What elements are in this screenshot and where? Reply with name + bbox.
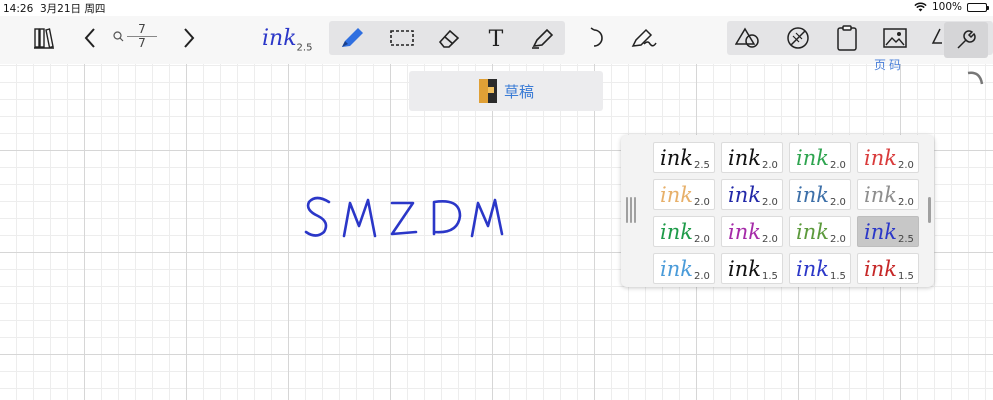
corner-handle-icon[interactable]: [965, 68, 985, 88]
page-current: 7: [138, 22, 146, 36]
status-bar: 14:26 3月21日 周四 100%: [0, 0, 993, 16]
partial-icon[interactable]: [930, 26, 942, 50]
pen-preset-sample: ink: [728, 220, 761, 244]
stroke-m2: [470, 198, 504, 238]
text-icon[interactable]: T: [485, 26, 507, 50]
pen-preset-width: 2.0: [830, 197, 846, 208]
pen-preset-sample: ink: [864, 183, 897, 207]
pen-preset[interactable]: ink 2.0: [721, 216, 783, 247]
handwriting-smzdm[interactable]: [302, 194, 507, 242]
pen-palette-popover: ink 2.5 ink 2.0 ink 2.0 ink 2.0 ink 2.0 ink 2.0 ink 2…: [621, 135, 934, 287]
pen-preset-width: 2.0: [694, 197, 710, 208]
undo-icon[interactable]: [588, 26, 608, 50]
search-icon: [113, 31, 124, 42]
page-total: 7: [138, 36, 146, 50]
pen-preset-width: 2.0: [830, 234, 846, 245]
pen-preset-width: 2.0: [762, 160, 778, 171]
palette-scrollbar[interactable]: [928, 197, 931, 223]
current-pen-sample: ink: [262, 26, 297, 51]
pen-settings-icon[interactable]: [630, 26, 658, 50]
status-date: 3月21日 周四: [39, 3, 106, 15]
pen-preset[interactable]: ink 2.0: [653, 253, 715, 284]
svg-text:T: T: [489, 27, 504, 50]
pen-preset-width: 2.0: [898, 160, 914, 171]
stroke-z: [390, 201, 418, 236]
stroke-d: [432, 200, 462, 236]
current-pen-width: 2.5: [296, 42, 313, 54]
pen-preset-sample: ink: [864, 257, 897, 281]
lasso-select-icon[interactable]: [389, 28, 415, 48]
pen-preset-sample: ink: [864, 146, 897, 170]
pen-preset-sample: ink: [660, 183, 693, 207]
pen-preset[interactable]: ink 2.0: [721, 142, 783, 173]
pen-preset-width: 2.0: [694, 271, 710, 282]
current-pen-preview[interactable]: ink2.5: [262, 26, 312, 53]
pen-preset-sample: ink: [796, 220, 829, 244]
pen-icon[interactable]: [339, 26, 365, 50]
status-right: 100%: [914, 1, 989, 13]
pen-preset-width: 2.0: [762, 197, 778, 208]
pen-preset-width: 2.0: [694, 234, 710, 245]
battery-percent: 100%: [931, 1, 962, 13]
pen-preset-sample: ink: [864, 220, 897, 244]
highlighter-icon[interactable]: [530, 26, 556, 50]
pen-preset[interactable]: ink 1.5: [789, 253, 851, 284]
pen-preset[interactable]: ink 2.5: [653, 142, 715, 173]
pen-preset[interactable]: ink 2.0: [857, 142, 919, 173]
pen-preset-sample: ink: [728, 146, 761, 170]
pen-preset[interactable]: ink 1.5: [721, 253, 783, 284]
pen-preset[interactable]: ink 2.5: [857, 216, 919, 247]
pen-preset-sample: ink: [728, 257, 761, 281]
pen-preset-sample: ink: [796, 257, 829, 281]
pen-preset-sample: ink: [660, 257, 693, 281]
battery-icon: [967, 2, 989, 12]
pen-preset[interactable]: ink 2.0: [857, 179, 919, 210]
draft-label: 草稿: [503, 82, 534, 101]
forward-chevron-icon[interactable]: [182, 27, 196, 49]
status-time-date: 14:26 3月21日 周四: [3, 1, 105, 16]
clipboard-icon[interactable]: [836, 24, 858, 52]
pen-preset[interactable]: ink 1.5: [857, 253, 919, 284]
page-indicator[interactable]: 7 7: [113, 23, 157, 50]
pen-preset-width: 2.0: [762, 234, 778, 245]
pen-preset[interactable]: ink 2.0: [653, 216, 715, 247]
page-number-label: 页码: [874, 58, 905, 72]
pen-preset-width: 1.5: [898, 271, 914, 282]
status-time: 14:26: [3, 3, 34, 15]
eraser-icon[interactable]: [436, 27, 462, 49]
pen-preset-sample: ink: [660, 146, 693, 170]
pen-preset-width: 2.5: [898, 234, 914, 245]
wifi-icon: [914, 2, 927, 12]
pen-preset-sample: ink: [796, 146, 829, 170]
pen-preset-width: 2.0: [830, 160, 846, 171]
pen-preset[interactable]: ink 2.0: [721, 179, 783, 210]
pen-preset-width: 2.5: [694, 160, 710, 171]
no-ruler-icon[interactable]: [785, 26, 811, 50]
pen-preset[interactable]: ink 2.0: [653, 179, 715, 210]
wrench-icon[interactable]: [944, 22, 988, 58]
notebook-icon: [478, 79, 497, 103]
stroke-m1: [342, 198, 377, 238]
back-chevron-icon[interactable]: [83, 27, 97, 49]
pen-preset-width: 2.0: [898, 197, 914, 208]
pen-preset[interactable]: ink 2.0: [789, 179, 851, 210]
pen-preset-width: 1.5: [830, 271, 846, 282]
stroke-s: [304, 196, 331, 237]
shapes-icon[interactable]: [735, 26, 761, 50]
pen-preset[interactable]: ink 2.0: [789, 216, 851, 247]
image-icon[interactable]: [882, 26, 908, 50]
pen-preset-width: 1.5: [762, 271, 778, 282]
pen-grid: ink 2.5 ink 2.0 ink 2.0 ink 2.0 ink 2.0 ink 2.0 ink 2…: [653, 142, 919, 284]
pen-preset[interactable]: ink 2.0: [789, 142, 851, 173]
library-icon[interactable]: [33, 27, 55, 49]
page-fraction: 7 7: [127, 23, 157, 50]
pen-preset-sample: ink: [728, 183, 761, 207]
pen-preset-sample: ink: [796, 183, 829, 207]
pen-preset-sample: ink: [660, 220, 693, 244]
draft-tag[interactable]: 草稿: [409, 71, 603, 111]
palette-drag-handle[interactable]: [626, 197, 636, 223]
